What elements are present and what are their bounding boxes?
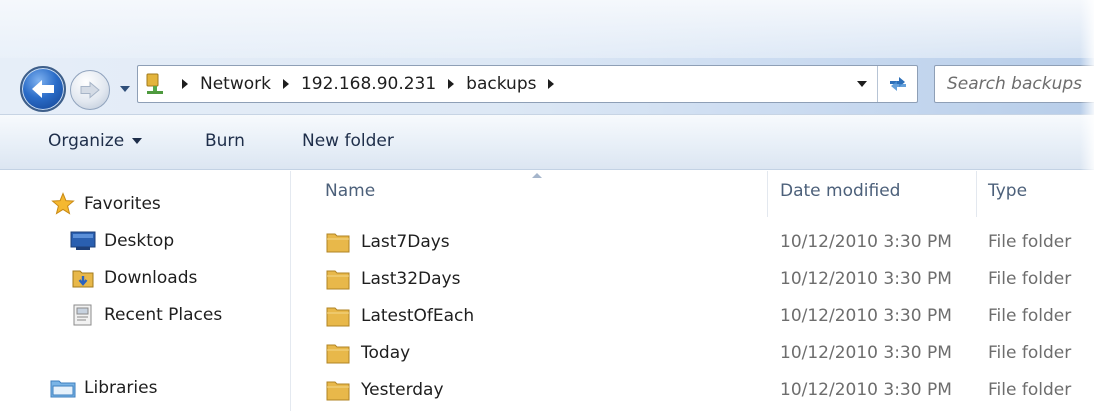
- nav-item-label: Recent Places: [104, 305, 223, 325]
- column-separator[interactable]: [976, 171, 977, 217]
- column-header-type[interactable]: Type: [988, 181, 1027, 201]
- folder-icon: [326, 270, 350, 290]
- file-row[interactable]: Last32Days 10/12/2010 3:30 PM File folde…: [291, 261, 1094, 298]
- file-date-modified: 10/12/2010 3:30 PM: [780, 306, 952, 326]
- nav-item-libraries[interactable]: Libraries: [48, 376, 157, 400]
- nav-item-label: Favorites: [84, 194, 161, 214]
- folder-icon: [326, 233, 350, 253]
- nav-item-label: Downloads: [104, 268, 198, 288]
- libraries-icon: [48, 376, 78, 400]
- refresh-button[interactable]: [877, 66, 917, 102]
- file-name: Last32Days: [361, 269, 461, 289]
- file-type: File folder: [988, 232, 1072, 252]
- refresh-icon: [889, 77, 906, 91]
- file-name: LatestOfEach: [361, 306, 475, 326]
- file-type: File folder: [988, 380, 1072, 400]
- nav-item-desktop[interactable]: Desktop: [68, 229, 174, 253]
- address-bar[interactable]: Network 192.168.90.231 backups: [137, 65, 918, 103]
- sort-ascending-icon: [532, 173, 542, 178]
- search-input[interactable]: [935, 66, 1094, 102]
- file-list: Name Date modified Type Last7Days 10/12/…: [291, 171, 1094, 411]
- file-row[interactable]: Yesterday 10/12/2010 3:30 PM File folder: [291, 372, 1094, 409]
- folder-icon: [326, 307, 350, 327]
- file-date-modified: 10/12/2010 3:30 PM: [780, 380, 952, 400]
- file-name: Today: [361, 343, 411, 363]
- search-box[interactable]: [934, 65, 1094, 103]
- file-row[interactable]: Today 10/12/2010 3:30 PM File folder: [291, 335, 1094, 372]
- nav-item-recent-places[interactable]: Recent Places: [68, 303, 222, 327]
- nav-item-favorites[interactable]: Favorites: [48, 192, 161, 216]
- file-type: File folder: [988, 343, 1072, 363]
- recent-pages-dropdown[interactable]: [116, 80, 134, 98]
- column-header-date-modified[interactable]: Date modified: [780, 181, 900, 201]
- column-header-name[interactable]: Name: [325, 181, 375, 201]
- navigation-pane: Favorites Desktop Downloads Recent Place…: [0, 171, 290, 411]
- folder-icon: [326, 344, 350, 364]
- breadcrumb-host[interactable]: 192.168.90.231: [299, 74, 438, 94]
- downloads-folder-icon: [68, 266, 98, 290]
- new-folder-button[interactable]: New folder: [302, 131, 394, 151]
- file-date-modified: 10/12/2010 3:30 PM: [780, 343, 952, 363]
- recent-places-icon: [68, 303, 98, 327]
- chevron-down-icon: [120, 86, 130, 92]
- burn-button[interactable]: Burn: [205, 131, 245, 151]
- organize-button[interactable]: Organize: [48, 131, 143, 151]
- nav-item-downloads[interactable]: Downloads: [68, 266, 197, 290]
- file-name: Last7Days: [361, 232, 450, 252]
- breadcrumb-separator[interactable]: [538, 78, 564, 90]
- chevron-down-icon: [857, 81, 867, 87]
- star-icon: [48, 192, 78, 216]
- forward-arrow-icon: [80, 81, 100, 99]
- file-row[interactable]: Last7Days 10/12/2010 3:30 PM File folder: [291, 224, 1094, 261]
- file-type: File folder: [988, 306, 1072, 326]
- nav-item-label: Desktop: [104, 231, 175, 251]
- chevron-down-icon: [132, 138, 143, 144]
- desktop-icon: [68, 229, 98, 253]
- back-button[interactable]: [20, 66, 66, 112]
- address-history-dropdown[interactable]: [847, 66, 877, 102]
- file-date-modified: 10/12/2010 3:30 PM: [780, 232, 952, 252]
- breadcrumb-network[interactable]: Network: [198, 74, 273, 94]
- command-bar: Organize Burn New folder: [0, 114, 1094, 170]
- breadcrumb-separator[interactable]: [438, 78, 464, 90]
- back-arrow-icon: [32, 80, 54, 98]
- file-row[interactable]: LatestOfEach 10/12/2010 3:30 PM File fol…: [291, 298, 1094, 335]
- column-separator[interactable]: [767, 171, 768, 217]
- network-folder-icon: [138, 66, 172, 102]
- file-name: Yesterday: [361, 380, 444, 400]
- file-date-modified: 10/12/2010 3:30 PM: [780, 269, 952, 289]
- nav-item-label: Libraries: [84, 378, 158, 398]
- breadcrumb-backups[interactable]: backups: [464, 74, 538, 94]
- organize-label: Organize: [48, 131, 125, 151]
- folder-icon: [326, 381, 350, 401]
- forward-button[interactable]: [70, 70, 110, 110]
- breadcrumb-separator[interactable]: [172, 78, 198, 90]
- frame-highlight: [0, 0, 1094, 58]
- file-type: File folder: [988, 269, 1072, 289]
- breadcrumb-separator[interactable]: [273, 78, 299, 90]
